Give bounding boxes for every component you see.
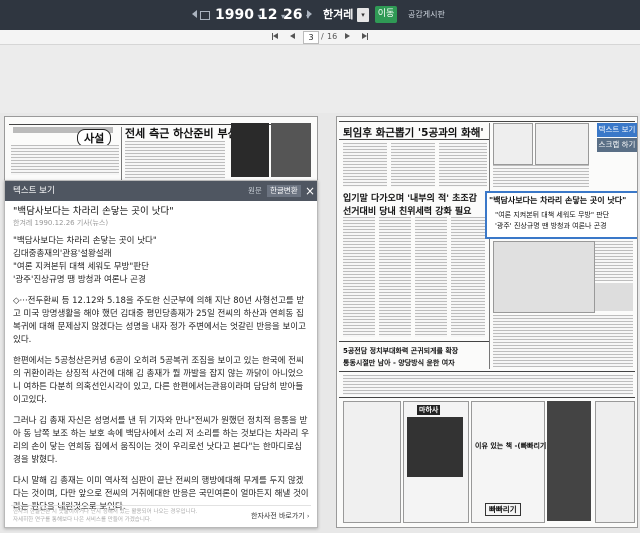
chevron-right-icon: [307, 10, 312, 18]
prev-page-button[interactable]: [290, 33, 295, 39]
right-bottom-sub: 통동시절만 남아 - 양당방식 윤한 여자: [343, 359, 455, 367]
boxed-article-title: "백담사보다는 차라리 손닿는 곳이 낫다": [489, 196, 627, 205]
chevron-down-icon: ▾: [361, 11, 365, 19]
viewer-background: [0, 45, 640, 113]
article-paragraph: 그러나 김 총재 자신은 성명서를 낸 뒤 기자와 만나"전씨가 원했던 정치적…: [13, 416, 309, 465]
advertisement-title: 마하사: [417, 405, 441, 415]
advertisement-button-label: 빠빠리기: [485, 503, 521, 516]
next-page-button[interactable]: [345, 33, 350, 39]
text-view-button[interactable]: 텍스트 보기: [597, 123, 637, 137]
right-newspaper-page[interactable]: 퇴임후 화근뽑기 '5공과의 화해' 입기말 다가오며 '내부의 적' 초조감 …: [336, 116, 638, 528]
first-page-button[interactable]: [272, 33, 278, 40]
calendar-icon[interactable]: [200, 7, 216, 23]
month-value: 12: [258, 7, 278, 23]
boxed-article-sub-2: '광주' 진상규명 땐 방청과 여론나 곤경: [495, 222, 607, 230]
last-page-button[interactable]: [362, 33, 368, 40]
article-title: "백담사보다는 차라리 손닿는 곳이 낫다": [13, 206, 174, 217]
close-icon[interactable]: ×: [305, 181, 315, 201]
text-view-panel-header: 텍스트 보기 원문 한글변환 ×: [5, 181, 317, 201]
year-selector[interactable]: 1990 ▾: [215, 7, 261, 23]
day-value: 26: [283, 7, 303, 23]
article-line: '광주'진상규명 땡 방청과 여론나 곤경: [13, 275, 146, 285]
article-line: "여론 지켜본뒤 대책 세워도 무방"판단: [13, 262, 149, 272]
boxed-article-sub-1: "여론 지켜본뒤 대책 세워도 무방" 판단: [495, 211, 610, 219]
article-line: 김대중총재의'관용'설왕설래: [13, 249, 112, 259]
hanja-dictionary-link[interactable]: 한자사전 바로가기 ›: [251, 511, 309, 522]
left-page-headline: 전세 측근 하산준비 부산: [125, 127, 238, 140]
hanja-dictionary-link-label: 한자사전 바로가기: [251, 512, 305, 520]
right-sub-headline-1: 입기말 다가오며 '내부의 적' 초조감: [343, 194, 477, 204]
top-navigation-bar: 1990 ▾ 12 ▾ 26 ▾ 한겨레 ▾ 이동 공감게시판: [0, 0, 640, 30]
newspaper-name: 한겨레: [323, 8, 354, 21]
go-button[interactable]: 이동: [375, 6, 397, 23]
article-line: "백담사보다는 차라리 손닿는 곳이 낫다": [13, 236, 157, 246]
year-value: 1990: [215, 7, 254, 23]
notice-board-link[interactable]: 공감게시판: [408, 7, 445, 23]
footer-note-2: 자세히한 연구를 통해보다 나은 서비스를 만들어 가겠습니다.: [13, 517, 152, 523]
scrap-button[interactable]: 스크랩 하기: [597, 138, 637, 152]
month-selector[interactable]: 12 ▾: [258, 7, 285, 23]
tab-original[interactable]: 원문: [248, 185, 262, 197]
page-navigation-bar: 3 / 16: [0, 30, 640, 45]
total-pages: 16: [327, 32, 338, 41]
photo-image: [271, 123, 311, 177]
article-paragraph: ◇···전두환씨 등 12.12와 5.18을 주도한 신군부에 의해 지난 8…: [13, 296, 306, 345]
highlighted-article-box[interactable]: "백담사보다는 차라리 손닿는 곳이 낫다" "여론 지켜본뒤 대책 세워도 무…: [485, 191, 637, 239]
current-page-input[interactable]: 3: [303, 31, 319, 44]
right-bottom-headline: 5공전담 정치부대화력 곤귀되게를 확장: [343, 347, 459, 355]
text-view-panel-title: 텍스트 보기: [13, 186, 55, 196]
article-paragraph: 한편에서는 5공청산은커녕 6공이 오히려 5공복귀 조짐을 보이고 있는 한국…: [13, 356, 304, 405]
next-date-button[interactable]: [307, 7, 312, 23]
right-page-headline: 퇴임후 화근뽑기 '5공과의 화해': [343, 127, 484, 139]
chevron-right-icon: ›: [306, 513, 310, 520]
tab-korean-conversion[interactable]: 한글변환: [267, 185, 301, 197]
chevron-left-icon: [192, 10, 197, 18]
day-selector[interactable]: 26 ▾: [283, 7, 310, 23]
page-separator: /: [321, 32, 324, 41]
article-meta: 한겨레 1990.12.26 기사(뉴스): [13, 219, 109, 227]
right-sub-headline-2: 선거대비 당내 친위세력 강화 필요: [343, 207, 472, 217]
prev-date-button[interactable]: [192, 7, 197, 23]
text-view-panel: 텍스트 보기 원문 한글변환 × "백담사보다는 차라리 손닿는 곳이 낫다" …: [4, 180, 318, 528]
newspaper-dropdown-button[interactable]: ▾: [357, 8, 369, 22]
text-view-panel-body: "백담사보다는 차라리 손닿는 곳이 낫다" 한겨레 1990.12.26 기사…: [13, 205, 309, 514]
newspaper-selector[interactable]: 한겨레: [323, 7, 353, 23]
photo-image: [231, 123, 269, 177]
footer-note-1: 한자의 한글변환 시 뜻풀이하거나 단지 정해져 있는 활용되어 나오는 경우입…: [13, 509, 198, 515]
advertisement-slogan: 이유 있는 책 -(빠빠리기): [475, 442, 550, 450]
cartoon-image: [493, 241, 595, 313]
